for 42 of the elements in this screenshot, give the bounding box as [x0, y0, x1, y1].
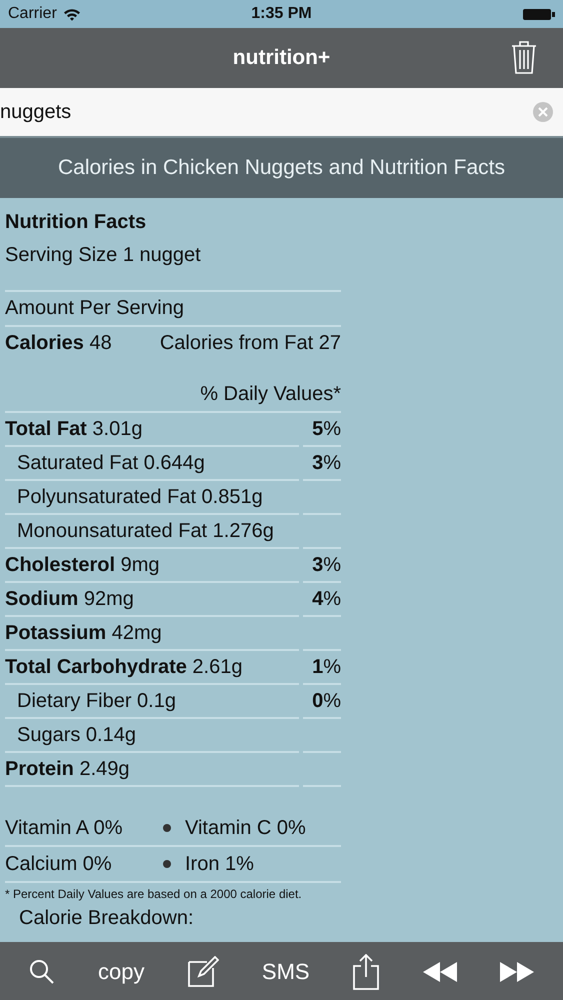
carrier-label: Carrier — [8, 5, 57, 23]
sms-button[interactable]: SMS — [258, 955, 314, 989]
search-input[interactable]: nuggets — [0, 100, 300, 124]
nutrient-label: Monounsaturated Fat 1.276g — [17, 520, 274, 542]
nutrient-label: Potassium 42mg — [5, 622, 162, 644]
calories-text: Calories 48 — [5, 331, 112, 356]
daily-values-header: % Daily Values* — [200, 383, 341, 405]
vitamin-text: Calcium 0% — [5, 852, 113, 876]
facts-title: Nutrition Facts — [5, 210, 148, 235]
daily-value: 3% — [312, 452, 341, 474]
copy-button[interactable]: copy — [94, 955, 149, 989]
page-heading: Calories in Chicken Nuggets and Nutrition Facts — [58, 156, 506, 180]
bullet-icon — [163, 824, 171, 832]
daily-value: 1% — [312, 656, 341, 678]
nutrient-label: Cholesterol 9mg — [5, 554, 160, 576]
daily-value: 4% — [312, 588, 341, 610]
vitamin-text: Iron 1% — [185, 852, 254, 876]
daily-value: 5% — [312, 418, 341, 440]
amount-per-serving: Amount Per Serving — [5, 292, 341, 327]
daily-value: 3% — [312, 554, 341, 576]
nutrient-label: Sodium 92mg — [5, 588, 134, 610]
nutrient-label: Protein 2.49g — [5, 758, 130, 780]
section-title: Calorie Breakdown: — [19, 907, 194, 929]
serving-size: Serving Size 1 nugget — [5, 243, 202, 268]
nutrient-label: Sugars 0.14g — [17, 724, 136, 746]
nutrient-label: Total Fat 3.01g — [5, 418, 142, 440]
search-field[interactable]: nuggets — [0, 88, 563, 136]
wifi-icon — [62, 8, 81, 20]
trash-icon[interactable] — [511, 40, 537, 74]
calories-from-fat: Calories from Fat 27 — [160, 331, 341, 356]
clock-time: 1:35 PM — [251, 5, 312, 23]
nutrient-label: Total Carbohydrate 2.61g — [5, 656, 242, 678]
nutrient-label: Saturated Fat 0.644g — [17, 452, 205, 474]
vitamin-text: Vitamin C 0% — [185, 816, 306, 840]
battery-icon — [523, 8, 555, 20]
daily-value: 0% — [312, 690, 341, 712]
nutrient-label: Dietary Fiber 0.1g — [17, 690, 176, 712]
bullet-icon — [163, 860, 171, 868]
footnote: * Percent Daily Values are based on a 2000 calorie diet. — [5, 887, 302, 901]
nutrient-label: Polyunsaturated Fat 0.851g — [17, 486, 263, 508]
vitamin-text: Vitamin A 0% — [5, 816, 124, 840]
app-title: nutrition+ — [232, 46, 330, 70]
